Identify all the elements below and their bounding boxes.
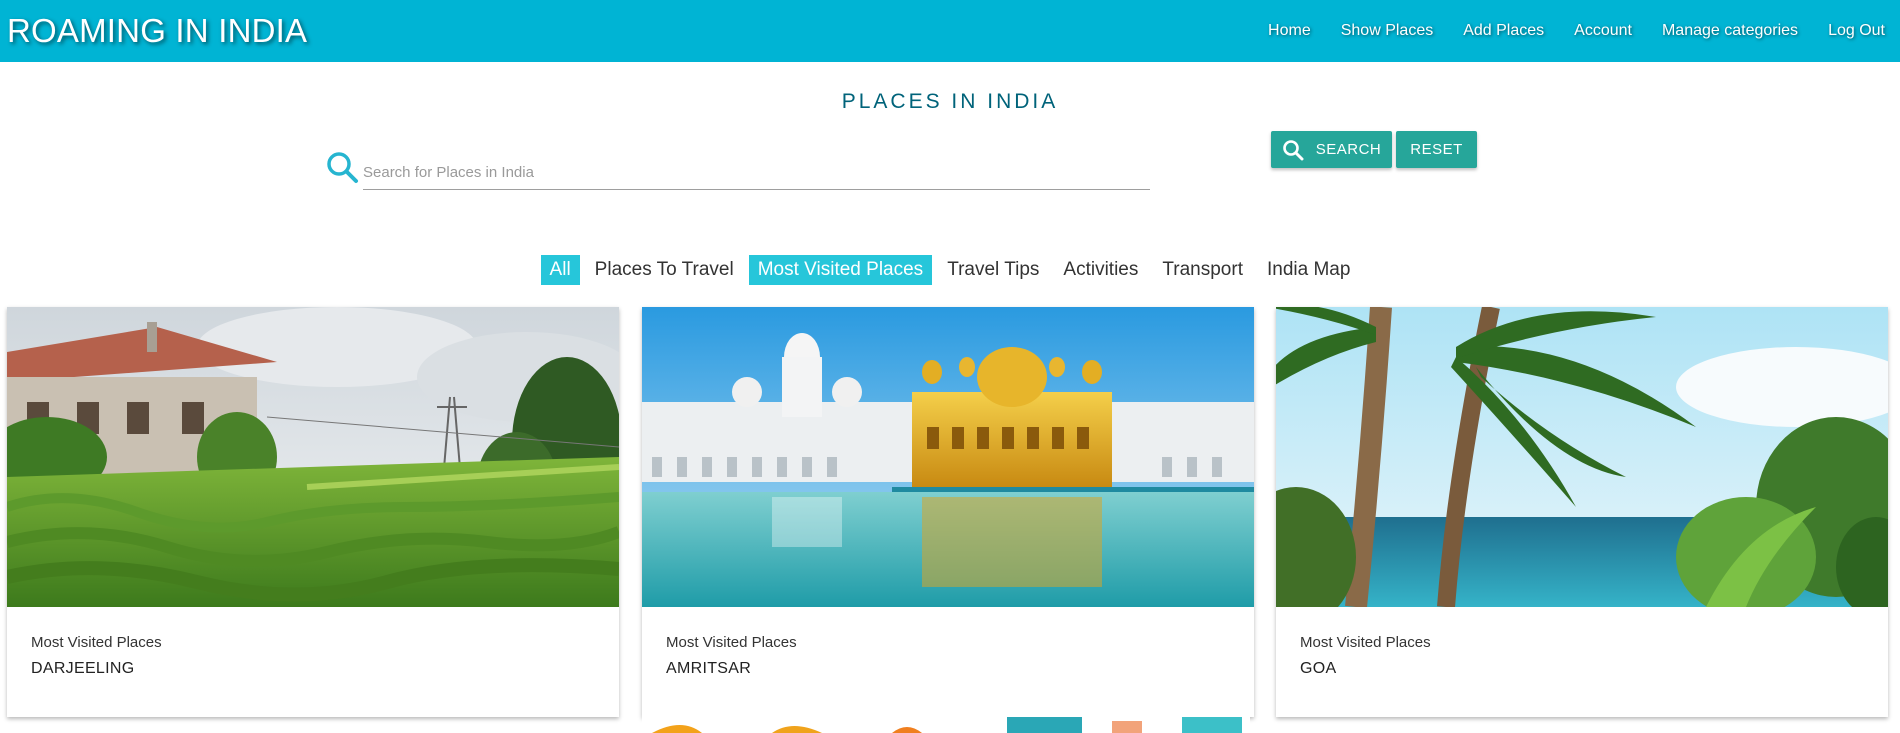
nav-item-log-out[interactable]: Log Out <box>1828 22 1885 40</box>
tab-travel-tips[interactable]: Travel Tips <box>938 255 1048 285</box>
place-card[interactable]: Most Visited Places DARJEELING <box>7 307 619 717</box>
card-title[interactable]: GOA <box>1300 660 1336 678</box>
card-title[interactable]: AMRITSAR <box>666 660 751 678</box>
tab-most-visited-places[interactable]: Most Visited Places <box>748 255 933 285</box>
top-navbar: ROAMING IN INDIA Home Show Places Add Pl… <box>0 0 1900 62</box>
place-card[interactable]: Most Visited Places GOA <box>1276 307 1888 717</box>
place-card[interactable]: Most Visited Places AMRITSAR <box>642 307 1254 717</box>
next-card-image-peek <box>642 717 1250 733</box>
card-title[interactable]: DARJEELING <box>31 660 134 678</box>
nav-item-manage-categories[interactable]: Manage categories <box>1662 22 1798 40</box>
tab-transport[interactable]: Transport <box>1153 255 1252 285</box>
card-category: Most Visited Places <box>666 634 797 651</box>
nav-item-show-places[interactable]: Show Places <box>1341 22 1434 40</box>
search-bar <box>322 148 1150 192</box>
search-button[interactable]: SEARCH <box>1271 131 1392 168</box>
card-image-goa[interactable] <box>1276 307 1888 607</box>
search-input[interactable] <box>363 148 1150 190</box>
nav-item-add-places[interactable]: Add Places <box>1463 22 1544 40</box>
card-image-amritsar[interactable] <box>642 307 1254 607</box>
nav-item-home[interactable]: Home <box>1268 22 1311 40</box>
nav-links: Home Show Places Add Places Account Mana… <box>1238 22 1885 40</box>
page-title: PLACES IN INDIA <box>841 90 1059 113</box>
card-category: Most Visited Places <box>1300 634 1431 651</box>
brand-title[interactable]: ROAMING IN INDIA <box>7 12 307 50</box>
reset-button[interactable]: RESET <box>1396 131 1477 168</box>
card-category: Most Visited Places <box>31 634 162 651</box>
category-tabs: All Places To Travel Most Visited Places… <box>0 255 1900 285</box>
card-image-darjeeling[interactable] <box>7 307 619 607</box>
search-icon <box>1282 139 1304 160</box>
tab-places-to-travel[interactable]: Places To Travel <box>586 255 743 285</box>
reset-button-label: RESET <box>1410 141 1463 158</box>
nav-item-account[interactable]: Account <box>1574 22 1632 40</box>
tab-all[interactable]: All <box>540 255 580 285</box>
tab-india-map[interactable]: India Map <box>1258 255 1359 285</box>
search-button-label: SEARCH <box>1315 141 1382 158</box>
search-icon <box>327 152 358 183</box>
tab-activities[interactable]: Activities <box>1054 255 1147 285</box>
